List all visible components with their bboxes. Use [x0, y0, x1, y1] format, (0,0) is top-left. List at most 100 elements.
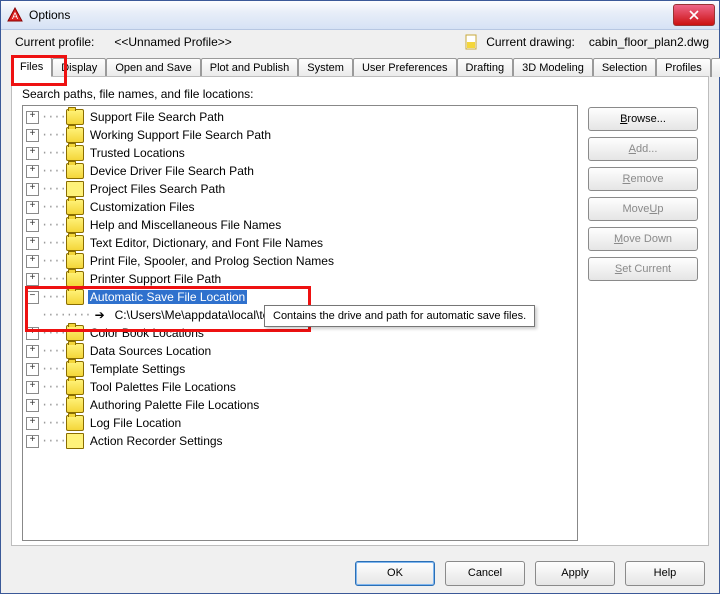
side-buttons: Browse...Add...RemoveMove UpMove DownSet… [588, 105, 698, 541]
apply-button[interactable]: Apply [535, 561, 615, 586]
tab-3d-modeling[interactable]: 3D Modeling [513, 58, 593, 77]
expander-icon[interactable]: + [26, 129, 39, 142]
current-drawing-label: Current drawing: [486, 35, 575, 49]
folder-icon [66, 163, 84, 179]
expander-icon[interactable]: + [26, 273, 39, 286]
tree-item-label: Print File, Spooler, and Prolog Section … [88, 254, 336, 268]
window-title: Options [29, 8, 673, 22]
dwg-icon [464, 34, 480, 50]
move-down-button: Move Down [588, 227, 698, 251]
browse-button[interactable]: Browse... [588, 107, 698, 131]
tree-item[interactable]: +····Printer Support File Path [23, 270, 577, 288]
remove-button: Remove [588, 167, 698, 191]
folder-icon [66, 235, 84, 251]
folder-icon [66, 271, 84, 287]
tree-item-label: Text Editor, Dictionary, and Font File N… [88, 236, 325, 250]
expander-icon[interactable]: − [26, 291, 39, 304]
tree-item[interactable]: +····Authoring Palette File Locations [23, 396, 577, 414]
folder-icon [66, 379, 84, 395]
tooltip: Contains the drive and path for automati… [264, 305, 535, 327]
sheet-icon [66, 433, 84, 449]
tree-item[interactable]: +····Help and Miscellaneous File Names [23, 216, 577, 234]
path-arrow-icon: ➔ [91, 308, 109, 322]
tree-item[interactable]: +····Working Support File Search Path [23, 126, 577, 144]
tree-item-label: Action Recorder Settings [88, 434, 225, 448]
cancel-button[interactable]: Cancel [445, 561, 525, 586]
expander-icon[interactable]: + [26, 327, 39, 340]
tree-item-label: Automatic Save File Location [88, 290, 247, 304]
tree-item-label: Printer Support File Path [88, 272, 223, 286]
expander-icon[interactable]: + [26, 399, 39, 412]
tab-drafting[interactable]: Drafting [457, 58, 514, 77]
current-profile-value: <<Unnamed Profile>> [114, 35, 231, 49]
tree-item[interactable]: +····Action Recorder Settings [23, 432, 577, 450]
ok-button[interactable]: OK [355, 561, 435, 586]
folder-icon [66, 253, 84, 269]
tab-open-and-save[interactable]: Open and Save [106, 58, 200, 77]
tree-item[interactable]: +····Text Editor, Dictionary, and Font F… [23, 234, 577, 252]
folder-icon [66, 145, 84, 161]
titlebar: A Options [1, 1, 719, 30]
expander-icon[interactable]: + [26, 255, 39, 268]
help-button[interactable]: Help [625, 561, 705, 586]
expander-icon[interactable]: + [26, 111, 39, 124]
tab-selection[interactable]: Selection [593, 58, 656, 77]
expander-icon[interactable]: + [26, 345, 39, 358]
tree-item-label: Template Settings [88, 362, 187, 376]
expander-icon[interactable]: + [26, 417, 39, 430]
tab-system[interactable]: System [298, 58, 353, 77]
expander-icon[interactable]: + [26, 381, 39, 394]
tree-item-label: Project Files Search Path [88, 182, 227, 196]
folder-icon [66, 217, 84, 233]
set-current-button: Set Current [588, 257, 698, 281]
tree-item[interactable]: +····Log File Location [23, 414, 577, 432]
tree-item[interactable]: +····Print File, Spooler, and Prolog Sec… [23, 252, 577, 270]
expander-icon[interactable]: + [26, 147, 39, 160]
tabs: FilesDisplayOpen and SavePlot and Publis… [1, 56, 719, 76]
expander-icon[interactable]: + [26, 435, 39, 448]
tree-item-label: Support File Search Path [88, 110, 226, 124]
tree-item[interactable]: +····Device Driver File Search Path [23, 162, 577, 180]
folder-icon [66, 325, 84, 341]
tree-item[interactable]: +····Template Settings [23, 360, 577, 378]
tree-item[interactable]: +····Tool Palettes File Locations [23, 378, 577, 396]
tree-item-label: Data Sources Location [88, 344, 213, 358]
tree-item[interactable]: +····Support File Search Path [23, 108, 577, 126]
folder-icon [66, 109, 84, 125]
tab-files[interactable]: Files [11, 57, 52, 77]
current-profile-label: Current profile: [15, 35, 94, 49]
svg-text:A: A [12, 11, 18, 21]
tree-item[interactable]: −····Automatic Save File Location [23, 288, 577, 306]
folder-icon [66, 343, 84, 359]
sheet-icon [66, 181, 84, 197]
folder-icon [66, 199, 84, 215]
tree-item[interactable]: +····Data Sources Location [23, 342, 577, 360]
expander-icon[interactable]: + [26, 201, 39, 214]
expander-icon[interactable]: + [26, 219, 39, 232]
folder-icon [66, 127, 84, 143]
tree-item[interactable]: +····Customization Files [23, 198, 577, 216]
expander-icon[interactable]: + [26, 165, 39, 178]
panel-label: Search paths, file names, and file locat… [22, 87, 698, 101]
tree-item-label: Device Driver File Search Path [88, 164, 256, 178]
tree-item[interactable]: +····Project Files Search Path [23, 180, 577, 198]
tab-user-preferences[interactable]: User Preferences [353, 58, 457, 77]
tab-plot-and-publish[interactable]: Plot and Publish [201, 58, 299, 77]
expander-icon[interactable]: + [26, 363, 39, 376]
expander-icon[interactable]: + [26, 237, 39, 250]
folder-icon [66, 361, 84, 377]
close-button[interactable] [673, 4, 715, 26]
tab-online[interactable]: Online [711, 58, 720, 77]
folder-icon [66, 397, 84, 413]
tree-item-label: Customization Files [88, 200, 197, 214]
expander-icon[interactable]: + [26, 183, 39, 196]
tab-display[interactable]: Display [52, 58, 106, 77]
tree-item-label: Authoring Palette File Locations [88, 398, 261, 412]
files-panel: Search paths, file names, and file locat… [11, 76, 709, 546]
add-button: Add... [588, 137, 698, 161]
folder-icon [66, 415, 84, 431]
tree-item[interactable]: +····Trusted Locations [23, 144, 577, 162]
tab-profiles[interactable]: Profiles [656, 58, 711, 77]
current-drawing-value: cabin_floor_plan2.dwg [589, 35, 709, 49]
folder-icon [66, 289, 84, 305]
